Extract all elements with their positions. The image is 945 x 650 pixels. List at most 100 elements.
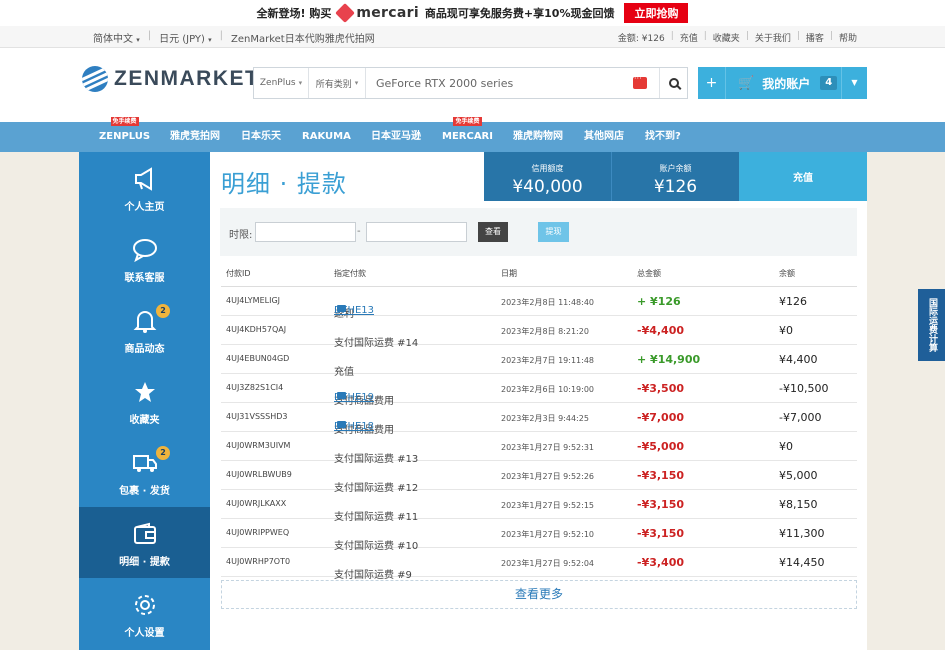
date-range-separator: - (357, 226, 361, 237)
top-utility-bar: 简体中文 ▾ | 日元 (JPY) ▾ | ZenMarket日本代购雅虎代拍网… (0, 26, 945, 48)
search-bar: ZenPlus ▾ 所有类别 ▾ (253, 67, 688, 99)
camera-icon[interactable] (337, 305, 346, 312)
promo-banner[interactable]: 全新登场! 购买 mercari 商品现可享免服务费+享10%现金回馈 立即抢购 (0, 0, 945, 26)
payment-id: 4UJ31VSSSHD3 (226, 412, 288, 421)
search-input[interactable] (366, 68, 633, 98)
account-menu[interactable]: + 🛒 我的账户 4 ▼ (698, 67, 867, 99)
nav-item-mercari[interactable]: 免手续费 MERCARI (442, 117, 493, 152)
column-header-balance: 余额 (779, 269, 795, 278)
zenmarket-logo[interactable]: ZENMARKET (82, 66, 259, 92)
start-date-input[interactable] (255, 222, 356, 242)
sidebar-item-support[interactable]: 联系客服 (79, 223, 210, 294)
sidebar-item-label: 明细 · 提款 (119, 557, 170, 568)
shipping-calculator-tab[interactable]: 国际运费计算 (918, 289, 945, 361)
chat-bubble-icon (133, 239, 157, 263)
nav-item-amazon-jp[interactable]: 日本亚马逊 (371, 122, 421, 152)
topbar-balance-link[interactable]: 金额: ¥126 (618, 31, 665, 44)
view-button[interactable]: 查看 (478, 222, 508, 242)
table-row: 4UJ0WRLBWUB9 支付国际运费 #12 2023年1月27日 9:52:26… (221, 461, 857, 494)
topbar-link-charge[interactable]: 充值 (680, 31, 698, 44)
payment-balance: ¥14,450 (779, 556, 825, 569)
table-header: 付款ID 指定付款 日期 总金额 余额 (221, 258, 857, 287)
payment-id: 4UJ0WRIPPWEQ (226, 528, 290, 537)
payment-date: 2023年2月3日 9:44:25 (501, 414, 589, 423)
search-icon (668, 78, 679, 88)
language-selector[interactable]: 简体中文 ▾ (93, 30, 140, 45)
nav-item-yahoo-auction[interactable]: 雅虎竞拍网 (170, 122, 220, 152)
payment-amount: -¥3,400 (637, 556, 685, 569)
sidebar-item-settings[interactable]: 个人设置 (79, 578, 210, 649)
chevron-down-icon[interactable]: ▼ (841, 67, 867, 99)
sidebar-item-label: 个人主页 (124, 202, 165, 213)
payment-amount: -¥3,500 (637, 382, 685, 395)
table-row: 4UJ4KDH57QAJ 支付国际运费 #14 2023年2月8日 8:21:20-… (221, 316, 857, 349)
topbar-link-podcast[interactable]: 播客 (806, 31, 824, 44)
sidebar-item-label: 个人设置 (124, 628, 165, 639)
nav-item-other-shops[interactable]: 其他网店 (584, 122, 624, 152)
payment-id: 4UJ4EBUN04GD (226, 354, 290, 363)
site-header: ZENMARKET ZenPlus▾ 所有类别▾ + 🛒 我的账户 4 ▼ (0, 48, 945, 122)
table-row: 4UJ0WRJLKAXX 支付国际运费 #11 2023年1月27日 9:52:15… (221, 490, 857, 523)
nav-item-yahoo-shopping[interactable]: 雅虎购物网 (513, 122, 563, 152)
truck-icon (133, 455, 157, 472)
column-header-total: 总金额 (637, 269, 661, 278)
date-filter-bar: 时限: - 查看 提现 (220, 208, 857, 256)
transactions-table: 付款ID 指定付款 日期 总金额 余额 4UJ4LYMELIGJ 返利 DFHE1… (221, 258, 857, 581)
sidebar-item-profile[interactable]: 个人主页 (79, 152, 210, 223)
credit-limit-value: ¥40,000 (512, 177, 583, 197)
search-scope-dropdown[interactable]: ZenPlus ▾ (254, 68, 309, 98)
bell-icon (133, 311, 157, 333)
payment-date: 2023年1月27日 9:52:31 (501, 443, 595, 452)
payment-balance: ¥0 (779, 324, 793, 337)
gear-icon (135, 595, 155, 615)
mercari-logo-icon (335, 3, 356, 23)
sidebar-item-shipping[interactable]: 2 包裹 · 发货 (79, 436, 210, 507)
search-category-dropdown[interactable]: 所有类别 ▾ (309, 68, 366, 98)
account-balance-label: 账户余额 (659, 164, 692, 173)
table-row: 4UJ0WRIPPWEQ 支付国际运费 #10 2023年1月27日 9:52:10… (221, 519, 857, 552)
table-row: 4UJ4LYMELIGJ 返利 DFHE13 2023年2月8日 11:48:40 +… (221, 287, 857, 320)
sidebar-item-label: 商品动态 (124, 344, 165, 355)
promo-cta-button[interactable]: 立即抢购 (624, 3, 689, 23)
payment-amount: -¥5,000 (637, 440, 685, 453)
topbar-link-about[interactable]: 关于我们 (755, 31, 791, 44)
promo-text-post: 商品现可享免服务费+享10%现金回馈 (424, 7, 615, 20)
nav-item-rakuten[interactable]: 日本乐天 (241, 122, 281, 152)
keyboard-icon[interactable] (633, 74, 647, 89)
column-header-id: 付款ID (226, 269, 251, 278)
topbar-link-favorites[interactable]: 收藏夹 (713, 31, 740, 44)
payment-balance: -¥10,500 (779, 382, 829, 395)
nav-item-rakuma[interactable]: RAKUMA (302, 122, 351, 152)
load-more-button[interactable]: 查看更多 (221, 580, 857, 609)
site-tagline: ZenMarket日本代购雅虎代拍网 (231, 34, 375, 45)
sidebar-item-notifications[interactable]: 2 商品动态 (79, 294, 210, 365)
payment-id: 4UJ0WRJLKAXX (226, 499, 287, 508)
payment-balance: ¥4,400 (779, 353, 818, 366)
charge-button[interactable]: 充值 (739, 152, 867, 201)
search-button[interactable] (659, 68, 687, 98)
mercari-logo: mercari (335, 3, 419, 23)
camera-icon[interactable] (337, 421, 346, 428)
main-nav: 免手续费 ZENPLUS 雅虎竞拍网 日本乐天 RAKUMA 日本亚马逊 免手续… (0, 117, 945, 152)
sidebar-item-transactions[interactable]: 明细 · 提款 (79, 507, 210, 578)
credit-limit-label: 信用额度 (531, 164, 564, 173)
account-balance-panel: 账户余额 ¥126 (611, 152, 739, 201)
camera-icon[interactable] (337, 392, 346, 399)
payment-id: 4UJ3Z82S1CI4 (226, 383, 284, 392)
nav-item-not-found[interactable]: 找不到? (645, 122, 681, 152)
main-content: 明细 · 提款 信用额度 ¥40,000 账户余额 ¥126 充值 时限: - … (210, 152, 867, 650)
currency-selector[interactable]: 日元 (JPY) ▾ (159, 30, 212, 45)
table-row: 4UJ0WRHP7OT0 支付国际运费 #9 2023年1月27日 9:52:04-… (221, 548, 857, 581)
topbar-link-help[interactable]: 帮助 (839, 31, 857, 44)
sidebar-item-favorites[interactable]: 收藏夹 (79, 365, 210, 436)
end-date-input[interactable] (366, 222, 467, 242)
payment-date: 2023年1月27日 9:52:15 (501, 501, 595, 510)
add-funds-button[interactable]: + (698, 67, 726, 99)
payment-date: 2023年2月7日 19:11:48 (501, 356, 595, 365)
free-fee-badge: 免手续费 (110, 117, 139, 126)
account-label: 我的账户 (762, 76, 811, 91)
withdraw-button[interactable]: 提现 (538, 222, 569, 242)
megaphone-icon (135, 167, 152, 191)
nav-item-zenplus[interactable]: 免手续费 ZENPLUS (99, 117, 150, 152)
sidebar-item-label: 包裹 · 发货 (119, 486, 170, 497)
